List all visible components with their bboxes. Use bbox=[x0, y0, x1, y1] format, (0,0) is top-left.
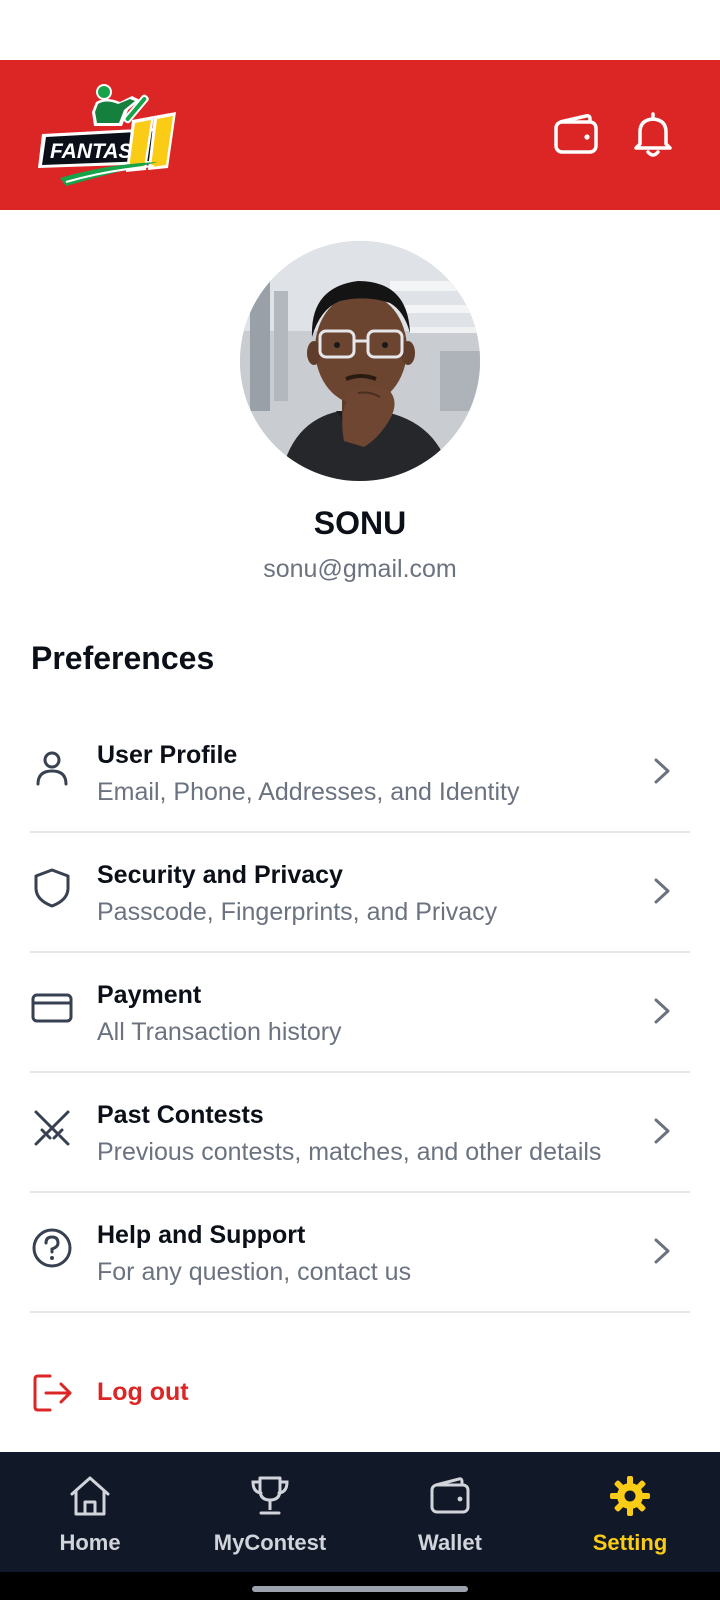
preferences-list: User Profile Email, Phone, Addresses, an… bbox=[30, 713, 690, 1313]
trophy-icon bbox=[251, 1476, 289, 1515]
menu-item-title: User Profile bbox=[97, 741, 238, 769]
nav-tab-mycontest[interactable]: MyContest bbox=[180, 1452, 360, 1572]
system-gesture-bar bbox=[0, 1572, 720, 1600]
nav-label: MyContest bbox=[213, 1530, 327, 1555]
menu-item-help-support[interactable]: Help and Support For any question, conta… bbox=[30, 1193, 690, 1313]
logout-button[interactable]: Log out bbox=[30, 1372, 230, 1420]
menu-item-security-privacy[interactable]: Security and Privacy Passcode, Fingerpri… bbox=[30, 833, 690, 953]
home-gesture-handle[interactable] bbox=[252, 1586, 468, 1592]
nav-tab-setting[interactable]: Setting bbox=[540, 1452, 720, 1572]
logout-icon bbox=[33, 1374, 72, 1412]
chevron-right-icon bbox=[654, 1238, 670, 1264]
wallet-icon bbox=[554, 114, 598, 154]
menu-item-subtitle: All Transaction history bbox=[97, 1018, 342, 1046]
status-bar bbox=[0, 0, 720, 60]
menu-item-subtitle: Previous contests, matches, and other de… bbox=[97, 1138, 602, 1166]
shield-icon bbox=[34, 868, 70, 908]
menu-item-subtitle: For any question, contact us bbox=[97, 1258, 412, 1286]
nav-tab-home[interactable]: Home bbox=[0, 1452, 180, 1572]
header-notifications-button[interactable] bbox=[628, 110, 678, 160]
user-email: sonu@gmail.com bbox=[263, 555, 457, 583]
menu-item-subtitle: Passcode, Fingerprints, and Privacy bbox=[97, 898, 498, 926]
menu-item-title: Security and Privacy bbox=[97, 861, 343, 889]
gear-icon bbox=[610, 1476, 650, 1516]
bell-icon bbox=[634, 112, 672, 157]
chevron-right-icon bbox=[654, 878, 670, 904]
app-logo: FANTASY bbox=[36, 82, 182, 190]
chevron-right-icon bbox=[654, 758, 670, 784]
chevron-right-icon bbox=[654, 998, 670, 1024]
menu-item-past-contests[interactable]: Past Contests Previous contests, matches… bbox=[30, 1073, 690, 1193]
user-name: SONU bbox=[313, 505, 407, 541]
menu-item-payment[interactable]: Payment All Transaction history bbox=[30, 953, 690, 1073]
nav-tab-wallet[interactable]: Wallet bbox=[360, 1452, 540, 1572]
header-wallet-button[interactable] bbox=[552, 110, 602, 160]
profile-photo bbox=[240, 241, 480, 481]
credit-card-icon bbox=[31, 993, 73, 1023]
chevron-right-icon bbox=[654, 1118, 670, 1144]
menu-item-title: Past Contests bbox=[97, 1101, 264, 1129]
bottom-navigation: Home MyContest Wallet Setting bbox=[0, 1452, 720, 1572]
nav-label: Home bbox=[59, 1530, 121, 1555]
help-circle-icon bbox=[32, 1228, 72, 1268]
wallet-icon bbox=[430, 1477, 470, 1514]
swords-icon bbox=[34, 1110, 70, 1146]
preferences-heading: Preferences bbox=[31, 640, 215, 676]
profile-avatar[interactable] bbox=[240, 241, 480, 481]
nav-label: Setting bbox=[592, 1530, 668, 1555]
menu-item-title: Payment bbox=[97, 981, 202, 1009]
user-icon bbox=[36, 751, 68, 786]
menu-item-title: Help and Support bbox=[97, 1221, 306, 1249]
nav-label: Wallet bbox=[418, 1530, 482, 1555]
logout-label: Log out bbox=[97, 1378, 189, 1406]
app-header: FANTASY bbox=[0, 60, 720, 210]
home-icon bbox=[70, 1476, 110, 1516]
menu-item-subtitle: Email, Phone, Addresses, and Identity bbox=[97, 778, 520, 806]
menu-item-user-profile[interactable]: User Profile Email, Phone, Addresses, an… bbox=[30, 713, 690, 833]
fantasy11-logo-icon: FANTASY bbox=[38, 84, 176, 186]
